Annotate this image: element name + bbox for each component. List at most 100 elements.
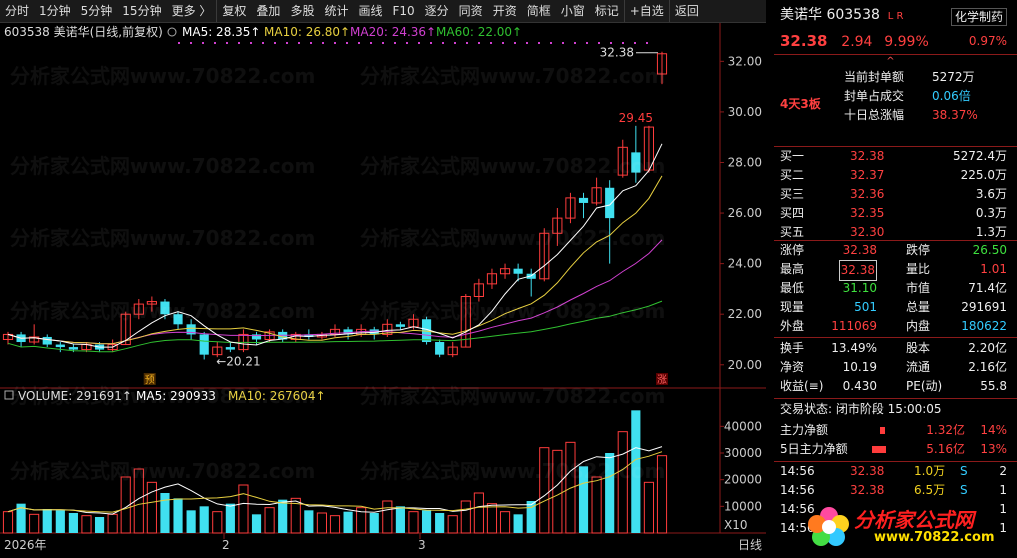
tick-side: S	[960, 464, 968, 478]
toolbar-item-2[interactable]: 5分钟	[76, 0, 118, 22]
volume-title: VOLUME: 291691↑	[18, 389, 132, 403]
flow-bar	[880, 427, 885, 434]
toolbar-item-10[interactable]: F10	[387, 0, 419, 22]
price-tick-label: 26.00	[728, 206, 762, 220]
toolbar-item-5[interactable]: 复权	[216, 0, 251, 22]
yu-badge: 预	[145, 374, 155, 386]
flow-bar	[872, 446, 886, 453]
limit-dot	[298, 42, 300, 44]
limit-dot	[190, 42, 192, 44]
limit-dot	[478, 42, 480, 44]
volume-bar	[421, 510, 432, 533]
toolbar-item-15[interactable]: 小窗	[556, 0, 590, 22]
volume-bar	[225, 503, 235, 533]
stat2-row: 收益(≡) 0.430 PE(动) 55.8	[780, 377, 1007, 396]
toolbar-item-7[interactable]: 多股	[285, 0, 319, 22]
toolbar-item-12[interactable]: 同资	[454, 0, 488, 22]
seal-value: 0.06倍	[932, 89, 971, 103]
ma20-label: MA20: 24.36↑	[350, 25, 436, 39]
x-label-mar: 3	[418, 538, 426, 552]
seal-value: 5272万	[932, 70, 975, 84]
stat-value: 26.50	[972, 243, 1007, 257]
toolbar-item-14[interactable]: 简框	[522, 0, 556, 22]
limit-dot	[466, 42, 468, 44]
toolbar-item-17[interactable]: +自选	[623, 0, 669, 22]
seal-label: 封单占成交	[844, 89, 905, 103]
toolbar-item-11[interactable]: 逐分	[420, 0, 454, 22]
stat-value: 55.8	[980, 379, 1007, 393]
stat-label: 内盘	[906, 319, 931, 333]
stat2-row: 换手 13.49% 股本 2.20亿	[780, 339, 1007, 358]
x-label-period: 日线	[738, 538, 762, 552]
volume-bar	[68, 513, 78, 533]
trade-status: 交易状态: 闭市阶段 15:00:05	[780, 402, 942, 416]
toolbar-item-6[interactable]: 叠加	[251, 0, 285, 22]
flow-value: 1.32亿	[926, 423, 965, 437]
stat-label: 总量	[906, 300, 931, 314]
price-tick-label: 22.00	[728, 307, 762, 321]
tick-time: 14:56	[780, 483, 815, 497]
toolbar-item-18[interactable]: 返回	[668, 0, 704, 22]
chart-toolbar: 分时 1分钟 5分钟 15分钟 更多 〉复权 叠加 多股 统计 画线 F10 逐分 同资 开资 简框 小窗标…	[0, 0, 766, 23]
volume-bar	[617, 431, 628, 534]
limit-dot	[574, 42, 576, 44]
stat-value: 2.16亿	[968, 360, 1007, 374]
logo-text: 分析家公式网	[854, 508, 974, 532]
stat-value: 291691	[961, 300, 1007, 314]
limit-dot	[610, 42, 612, 44]
limit-dot	[178, 42, 180, 44]
volume-bar	[395, 506, 405, 533]
toolbar-item-4[interactable]: 更多 〉	[167, 0, 217, 22]
collapse-icon[interactable]: ^	[774, 56, 1007, 67]
last-price: 32.38	[780, 32, 828, 50]
limit-dot	[562, 42, 564, 44]
bid-volume: 225.0万	[960, 168, 1007, 182]
volume-tick-label: 40000	[724, 419, 762, 433]
limit-dot	[202, 42, 204, 44]
limit-dot	[622, 42, 624, 44]
limit-dot	[238, 42, 240, 44]
x-label-feb: 2	[222, 538, 230, 552]
limit-dot	[274, 42, 276, 44]
candle-body	[631, 152, 641, 173]
stock-title-row: 美诺华 603538 L R 化学制药	[780, 6, 1007, 26]
stat-label: 市值	[906, 281, 931, 295]
volume-bar	[251, 514, 262, 533]
volume-bar	[29, 513, 40, 534]
stat-value: 1.01	[980, 262, 1007, 276]
toolbar-item-13[interactable]: 开资	[488, 0, 522, 22]
flow-label: 主力净额	[780, 423, 829, 437]
volume-bar	[656, 455, 668, 534]
peak-price-label: 29.45	[619, 111, 653, 125]
ma10-line	[7, 175, 663, 345]
limit-dot	[430, 42, 432, 44]
flow-row: 5日主力净额 5.16亿 13%	[780, 440, 1007, 459]
settings-icon[interactable]	[167, 27, 177, 37]
toolbar-item-8[interactable]: 统计	[319, 0, 353, 22]
sector-change-pct: 0.97%	[968, 34, 1007, 48]
seal-row: 十日总涨幅 38.37%	[780, 106, 1007, 125]
candle-body	[225, 347, 235, 350]
x-label-year: 2026年	[4, 538, 47, 552]
toolbar-item-16[interactable]: 标记	[590, 0, 624, 22]
limit-dot	[538, 42, 540, 44]
limit-dot	[334, 42, 336, 44]
stat-label: 量比	[906, 262, 931, 276]
bid-price: 32.35	[850, 206, 885, 220]
price-change-pct: 9.99%	[884, 34, 929, 50]
stat-label: 外盘	[780, 319, 805, 333]
volume-bar	[499, 511, 511, 534]
kline-chart[interactable]: 20.00 22.00 24.00 26.00 28.00 30.00 32.00 10000…	[0, 23, 766, 555]
flow-value: 5.16亿	[926, 442, 965, 456]
toolbar-item-0[interactable]: 分时	[0, 0, 34, 22]
limit-dot	[454, 42, 456, 44]
toolbar-item-9[interactable]: 画线	[353, 0, 387, 22]
stock-title: 美诺华 603538	[780, 7, 880, 23]
toolbar-item-3[interactable]: 15分钟	[117, 0, 166, 22]
toolbar-item-1[interactable]: 1分钟	[34, 0, 76, 22]
stat-label: 最低	[780, 281, 805, 295]
limit-dot	[214, 42, 216, 44]
volume-bar	[107, 513, 118, 534]
candle-body	[395, 324, 405, 327]
candle-body	[605, 187, 615, 219]
